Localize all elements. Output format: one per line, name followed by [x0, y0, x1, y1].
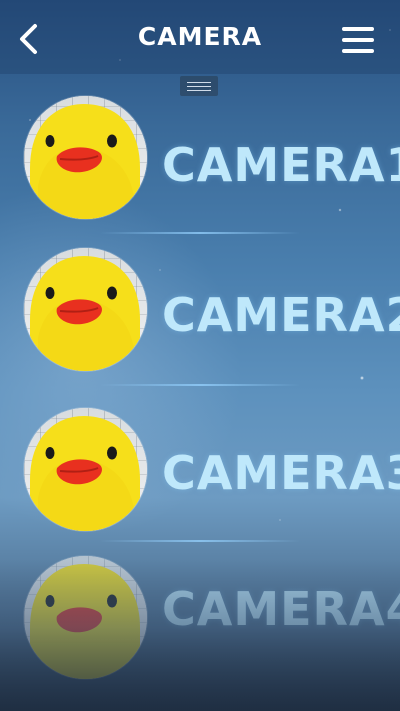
menu-icon-bar	[342, 38, 374, 42]
handle-line	[187, 86, 211, 87]
duck-image	[30, 416, 140, 531]
camera-label: CAMERA3	[162, 446, 400, 500]
menu-icon-bar	[342, 49, 374, 53]
duck-image	[30, 256, 140, 371]
top-bar: CAMERA	[0, 0, 400, 74]
camera-label: CAMERA4	[162, 582, 400, 636]
camera-thumbnail	[24, 96, 147, 219]
camera-thumbnail	[24, 408, 147, 531]
camera-label: CAMERA1	[162, 138, 400, 192]
camera-thumbnail	[24, 556, 147, 679]
camera-list-item[interactable]: CAMERA4	[0, 556, 400, 696]
duck-image	[30, 104, 140, 219]
divider	[100, 384, 300, 386]
divider	[100, 232, 300, 234]
camera-list-item[interactable]: CAMERA2	[0, 248, 400, 388]
camera-list-item[interactable]: CAMERA1	[0, 96, 400, 236]
menu-button[interactable]	[340, 25, 376, 55]
camera-list-item[interactable]: CAMERA3	[0, 408, 400, 548]
handle-line	[187, 82, 211, 83]
drag-handle-icon[interactable]	[180, 76, 218, 96]
camera-thumbnail	[24, 248, 147, 371]
hamburger-menu-icon	[342, 27, 374, 31]
divider	[100, 540, 300, 542]
duck-image	[30, 564, 140, 679]
camera-label: CAMERA2	[162, 288, 400, 342]
handle-line	[187, 90, 211, 91]
